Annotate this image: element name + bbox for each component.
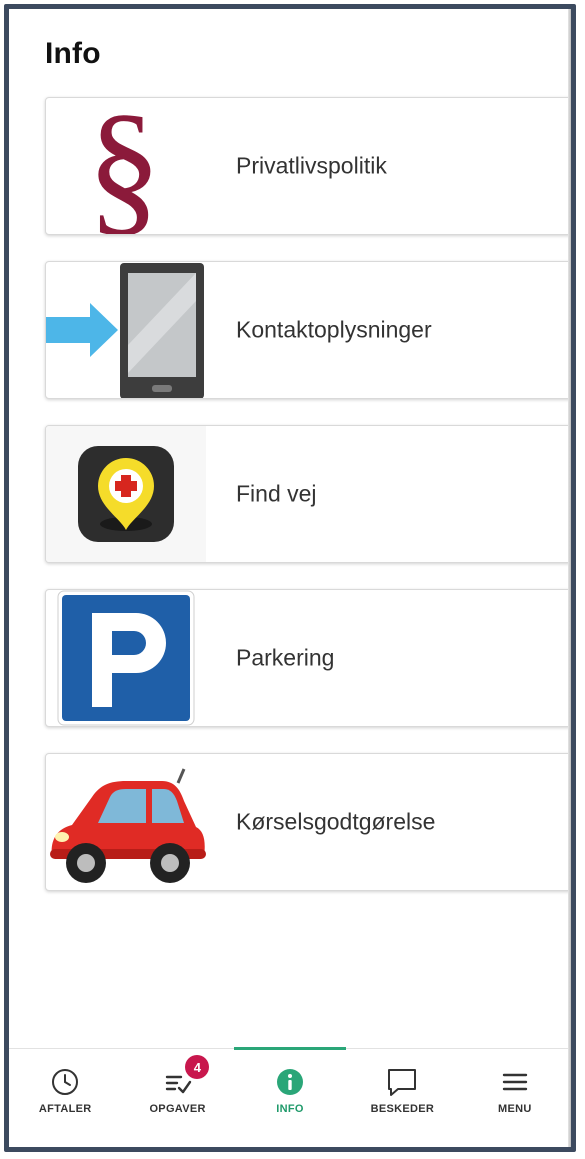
tab-info[interactable]: INFO bbox=[233, 1047, 347, 1147]
car-icon bbox=[46, 754, 206, 890]
phone-arrow-icon bbox=[46, 262, 206, 398]
info-item-parking[interactable]: Parkering bbox=[45, 589, 571, 727]
info-item-contact[interactable]: Kontaktoplysninger bbox=[45, 261, 571, 399]
parking-sign-icon bbox=[46, 590, 206, 726]
tab-label: OPGAVER bbox=[149, 1103, 206, 1115]
item-label: Kontaktoplysninger bbox=[236, 316, 432, 343]
item-label: Find vej bbox=[236, 480, 317, 507]
item-label: Privatlivspolitik bbox=[236, 152, 387, 179]
tab-opgaver[interactable]: 4 OPGAVER bbox=[121, 1049, 233, 1147]
tab-menu[interactable]: MENU bbox=[459, 1049, 571, 1147]
hamburger-icon bbox=[498, 1065, 532, 1099]
chat-icon bbox=[385, 1065, 419, 1099]
info-item-find-way[interactable]: Find vej bbox=[45, 425, 571, 563]
svg-text:§: § bbox=[87, 97, 162, 235]
item-label: Kørselsgodtgørelse bbox=[236, 808, 436, 835]
item-label: Parkering bbox=[236, 644, 335, 671]
bottom-tab-bar: AFTALER 4 OPGAVER INFO BESKEDER MENU bbox=[9, 1047, 571, 1147]
map-pin-cross-icon bbox=[46, 426, 206, 562]
info-item-mileage[interactable]: Kørselsgodtgørelse bbox=[45, 753, 571, 891]
tab-label: INFO bbox=[276, 1103, 304, 1115]
app-frame: Info § Privatlivspolitik Kontaktoplysnin… bbox=[4, 4, 576, 1152]
tab-label: AFTALER bbox=[38, 1103, 92, 1115]
info-icon bbox=[273, 1065, 307, 1099]
clock-icon bbox=[48, 1065, 82, 1099]
tab-aftaler[interactable]: AFTALER bbox=[9, 1049, 121, 1147]
tab-label: BESKEDER bbox=[370, 1103, 435, 1115]
paragraph-icon: § bbox=[46, 98, 206, 234]
tab-beskeder[interactable]: BESKEDER bbox=[346, 1049, 458, 1147]
tab-label: MENU bbox=[498, 1103, 532, 1115]
info-item-privacy[interactable]: § Privatlivspolitik bbox=[45, 97, 571, 235]
task-count-badge: 4 bbox=[185, 1055, 210, 1079]
page-title: Info bbox=[45, 37, 101, 70]
